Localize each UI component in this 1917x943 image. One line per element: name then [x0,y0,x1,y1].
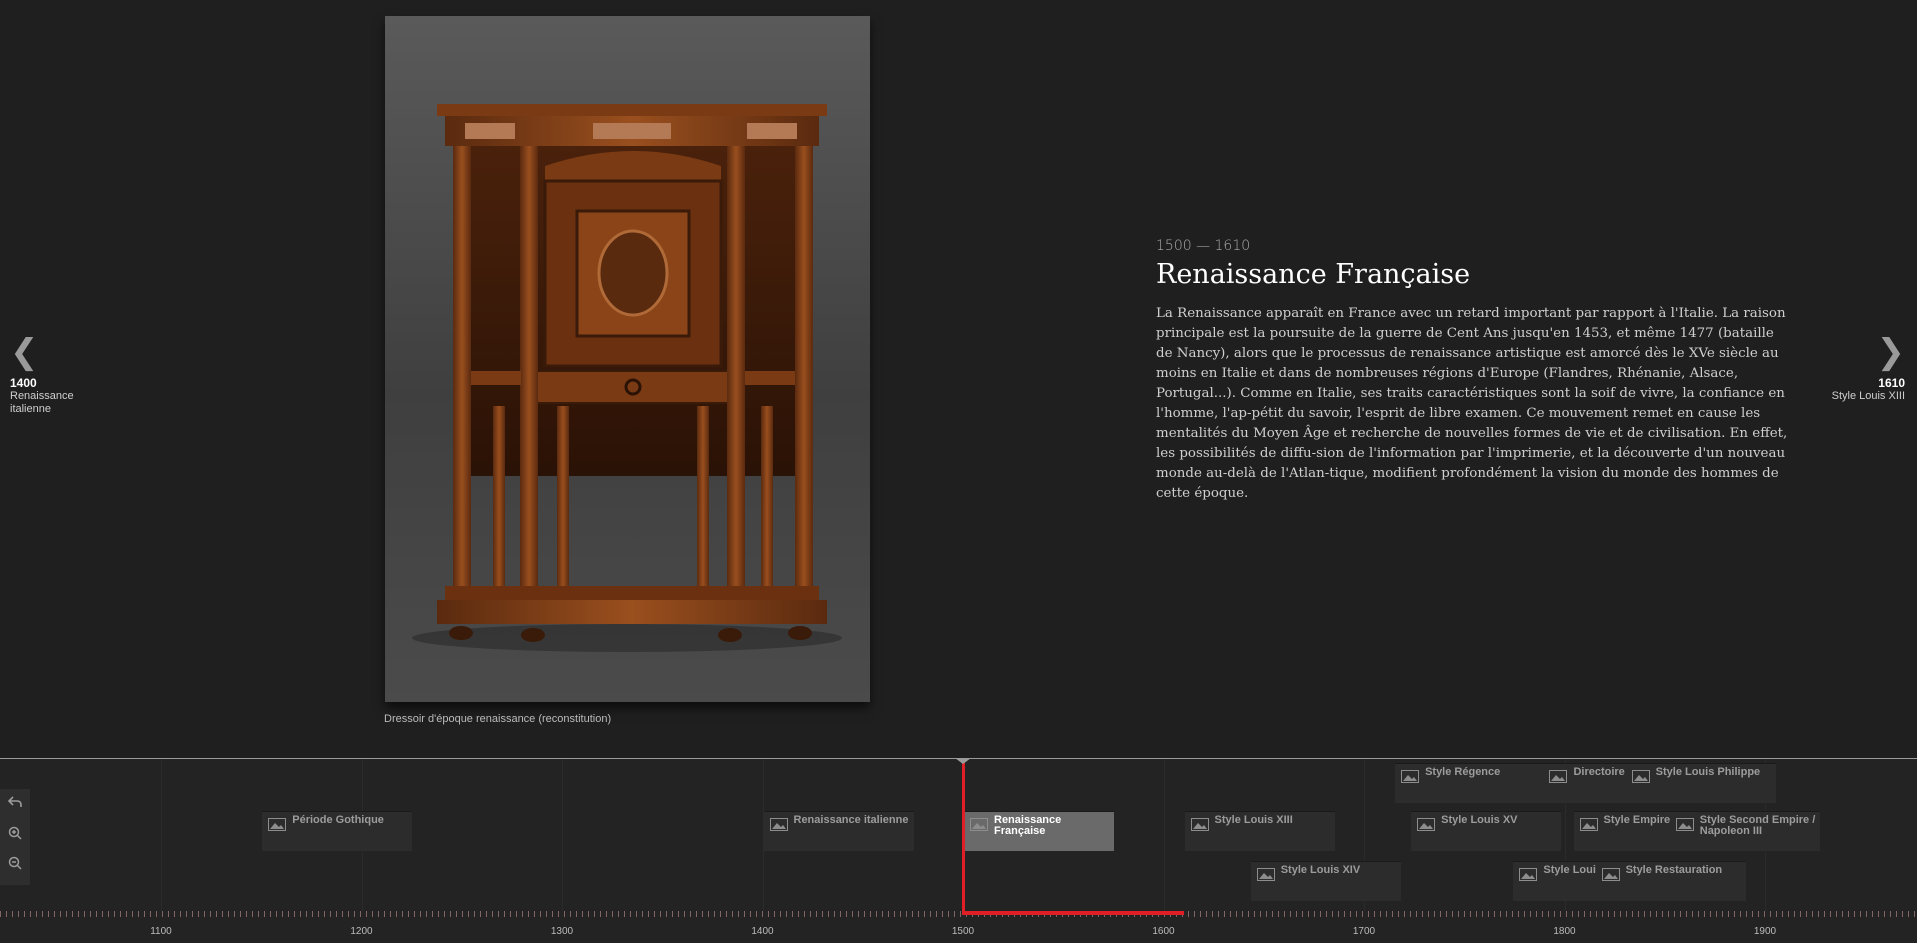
timeline-marker[interactable]: Renaissance Française [964,811,1114,851]
timeline-marker[interactable]: Style Louis XIII [1184,811,1335,851]
timeline-marker[interactable]: Style Régence [1395,763,1546,803]
image-icon [970,818,988,831]
axis-label: 1100 [150,926,172,937]
image-icon [1631,770,1650,783]
timeline-marker[interactable]: Période Gothique [262,811,413,851]
slide-description: La Renaissance apparaît en France avec u… [1156,306,1788,501]
chevron-right-icon[interactable]: ❯ [1795,332,1906,372]
dresser-image [412,104,842,652]
previous-year[interactable]: 1400 [10,376,110,390]
marker-label[interactable]: Style Louis Philippe [1656,767,1772,778]
timeline-marker[interactable]: Style Restauration [1595,861,1746,901]
back-icon[interactable] [0,789,30,819]
grid-line [562,759,563,911]
image-icon [1190,818,1209,831]
timeline-marker[interactable]: Style Second Empire / Napoleon III [1669,811,1820,851]
image-icon [1549,770,1568,783]
axis-label: 1500 [951,926,975,937]
marker-label[interactable]: Style Louis XV [1441,815,1557,826]
marker-label[interactable]: Style Second Empire / Napoleon III [1700,815,1816,837]
current-position-pointer [955,758,971,764]
axis-label: 1600 [1152,926,1175,937]
image-icon [1417,818,1436,831]
marker-label[interactable]: Style Restauration [1626,865,1742,876]
grid-line [1163,759,1165,911]
marker-label[interactable]: Style Louis XIII [1215,815,1331,826]
current-position-line [962,759,965,915]
timeline-marker[interactable]: Style Louis XIV [1250,861,1401,901]
image-icon [1675,818,1694,831]
date-range: 1500 — 1610 [1156,238,1251,254]
image-icon [268,818,287,831]
next-slide[interactable]: ❯ 1610 Style Louis XIII [1795,332,1905,403]
axis-label: 1900 [1753,926,1777,937]
zoom-out-icon[interactable] [0,849,30,879]
timeline-marker[interactable]: Style Louis Philippe [1625,763,1776,803]
image-icon [1519,868,1538,881]
image-caption: Dressoir d'époque renaissance (reconstit… [384,713,612,725]
axis-label: 1800 [1553,926,1576,937]
slide: ❮ 1400 Renaissance italienne Dressoir d'… [0,0,1917,758]
axis-label: 1700 [1352,926,1376,937]
slide-text: 1500 — 1610 Renaissance Française La Ren… [1156,238,1792,504]
timeline-marker[interactable]: Style Louis XV [1411,811,1562,851]
timeline[interactable]: Période Gothique Renaissance italienne Ren… [0,758,1917,943]
image-icon [769,818,788,831]
image-icon [1401,770,1420,783]
timeline-controls [0,789,30,885]
zoom-in-icon[interactable] [0,819,30,849]
chevron-left-icon[interactable]: ❮ [10,332,110,372]
image-icon [1601,868,1620,881]
timeline-ticks [0,911,1917,917]
image-icon [1579,818,1598,831]
axis-label: 1300 [550,926,574,937]
marker-label[interactable]: Style Régence [1425,767,1541,778]
slide-image [385,16,870,702]
next-title[interactable]: Style Louis XIII [1815,390,1905,403]
next-year[interactable]: 1610 [1795,376,1905,390]
slide-title: Renaissance Française [1156,259,1471,290]
image-icon [1256,868,1275,881]
previous-slide[interactable]: ❮ 1400 Renaissance italienne [10,332,110,416]
marker-label[interactable]: Renaissance Française [994,815,1110,837]
previous-title[interactable]: Renaissance italienne [10,390,100,416]
axis-label: 1400 [751,926,774,937]
timeline-marker[interactable]: Renaissance italienne [763,811,914,851]
marker-label[interactable]: Période Gothique [292,815,408,826]
era-span-indicator [963,911,1184,915]
marker-label[interactable]: Renaissance italienne [794,815,910,826]
marker-label[interactable]: Style Louis XIV [1281,865,1397,876]
grid-line [161,759,162,911]
axis-label: 1200 [350,926,373,937]
